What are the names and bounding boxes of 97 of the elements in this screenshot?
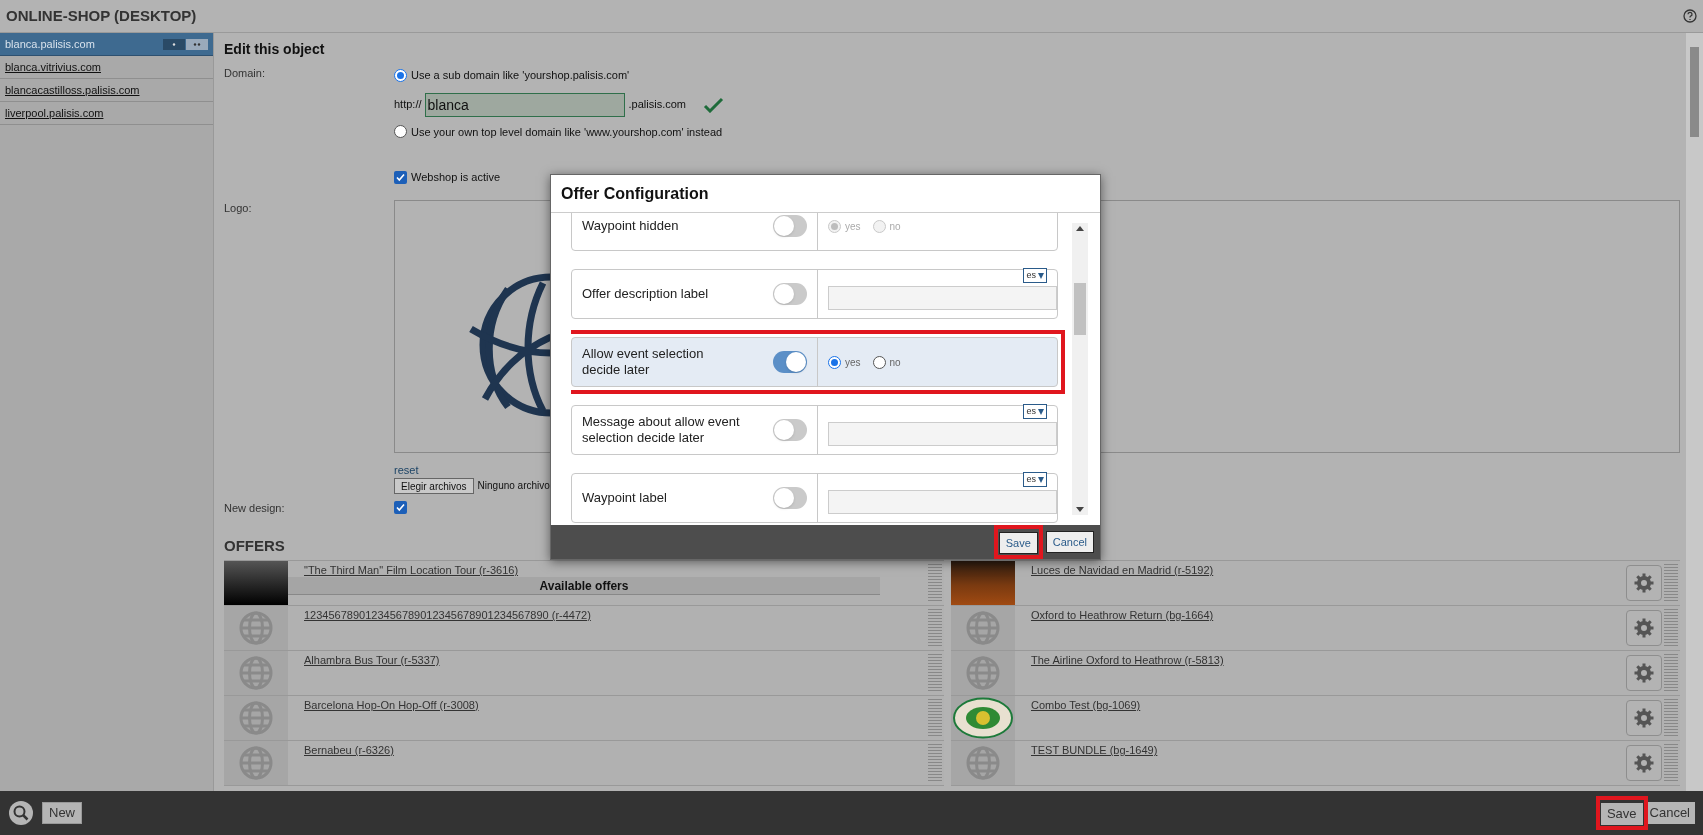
- language-dropdown[interactable]: es: [1023, 404, 1047, 419]
- drag-handle[interactable]: [1664, 744, 1678, 782]
- caret-icon: [1038, 476, 1044, 483]
- toggle-switch[interactable]: [773, 419, 807, 441]
- field-label: Logo:: [224, 200, 253, 216]
- gear-icon: [1634, 708, 1654, 728]
- cancel-button[interactable]: Cancel: [1045, 531, 1094, 553]
- new-button[interactable]: New: [42, 802, 82, 824]
- radio-button[interactable]: [828, 355, 841, 369]
- section-title: OFFERS: [224, 537, 285, 554]
- globe-icon: [965, 610, 1001, 646]
- offer-link[interactable]: Combo Test (bg-1069): [1015, 696, 1626, 714]
- section-title: Edit this object: [224, 40, 326, 59]
- checkbox-label: Webshop is active: [411, 170, 501, 185]
- field-label: New design:: [224, 500, 286, 516]
- toggle-switch[interactable]: [773, 487, 807, 509]
- gear-icon: [1634, 618, 1654, 638]
- photo-placeholder: [951, 561, 1015, 605]
- offer-link[interactable]: Bernabeu (r-6326): [288, 741, 928, 759]
- app-title: ONLINE-SHOP (DESKTOP): [6, 5, 197, 26]
- save-button[interactable]: Save: [998, 532, 1038, 555]
- url-prefix: http://: [394, 97, 422, 113]
- setting-label: Waypoint hidden: [582, 218, 680, 234]
- offer-link[interactable]: Luces de Navidad en Madrid (r-5192): [1015, 561, 1626, 579]
- gear-icon: [1634, 753, 1654, 773]
- radio-button[interactable]: [394, 68, 407, 82]
- setting-label: Message about allow event selection decide later: [582, 414, 741, 446]
- option-label: yes: [845, 355, 861, 370]
- save-button[interactable]: Save: [1600, 802, 1643, 825]
- option-label: Use your own top level domain like 'www.yourshop.com' instead: [411, 124, 723, 140]
- globe-icon: [238, 700, 274, 736]
- settings-button[interactable]: [1626, 745, 1662, 781]
- scrollbar[interactable]: [1686, 33, 1703, 791]
- scrollbar[interactable]: [1072, 223, 1088, 515]
- globe-icon: [238, 610, 274, 646]
- checkbox[interactable]: [394, 500, 407, 514]
- offer-link[interactable]: Oxford to Heathrow Return (bg-1664): [1015, 606, 1626, 624]
- language-dropdown[interactable]: es: [1023, 268, 1047, 283]
- drag-handle[interactable]: [1664, 699, 1678, 737]
- settings-button[interactable]: [1626, 655, 1662, 691]
- circular-logo-drawing: [952, 697, 1014, 739]
- settings-button[interactable]: [1626, 700, 1662, 736]
- caret-icon: [1038, 272, 1044, 279]
- scroll-down-icon[interactable]: [1076, 507, 1084, 512]
- scroll-up-icon[interactable]: [1076, 226, 1084, 231]
- globe-icon: [238, 745, 274, 781]
- field-label: Domain:: [224, 66, 266, 81]
- text-field[interactable]: [828, 422, 1057, 446]
- toggle-switch[interactable]: [773, 283, 807, 305]
- text-field[interactable]: [828, 286, 1057, 310]
- offer-link[interactable]: The Airline Oxford to Heathrow (r-5813): [1015, 651, 1626, 669]
- offer-link[interactable]: TEST BUNDLE (bg-1649): [1015, 741, 1626, 759]
- offer-link[interactable]: Alhambra Bus Tour (r-5337): [288, 651, 928, 669]
- radio-button[interactable]: [872, 355, 886, 369]
- settings-button[interactable]: [1626, 565, 1662, 601]
- drag-handle[interactable]: [1664, 654, 1678, 692]
- toggle-switch[interactable]: [773, 351, 807, 373]
- scroll-thumb[interactable]: [1074, 283, 1086, 335]
- globe-icon: [965, 745, 1001, 781]
- sidebar-item[interactable]: blanca.vitrivius.com: [0, 56, 213, 79]
- drag-handle[interactable]: [1664, 609, 1678, 647]
- offer-link[interactable]: "The Third Man" Film Location Tour (r-3616): [288, 561, 928, 579]
- file-status: Ninguno archivo: [477, 479, 550, 493]
- offer-link[interactable]: Barcelona Hop-On Hop-Off (r-3008): [288, 696, 928, 714]
- option-label: Use a sub domain like 'yourshop.palisis.com': [411, 68, 630, 83]
- option-label: no: [889, 219, 901, 234]
- globe-icon: [965, 655, 1001, 691]
- text-field[interactable]: [828, 490, 1057, 514]
- globe-icon: [238, 655, 274, 691]
- language-dropdown[interactable]: es: [1023, 472, 1047, 487]
- option-label: no: [889, 355, 901, 370]
- setting-label: Offer description label: [582, 286, 710, 302]
- setting-label: Allow event selection decide later: [582, 346, 705, 378]
- sidebar-item[interactable]: blanca.palisis.com: [0, 33, 213, 56]
- dialog-title: Offer Configuration: [561, 183, 709, 204]
- subdomain-field[interactable]: blanca: [424, 92, 625, 117]
- search-icon[interactable]: [8, 800, 34, 826]
- domain-suffix: .palisis.com: [628, 97, 686, 113]
- reset-link[interactable]: reset: [394, 463, 419, 476]
- radio-button[interactable]: [394, 125, 407, 139]
- gear-icon: [1634, 663, 1654, 683]
- option-label: yes: [845, 219, 861, 234]
- setting-label: Waypoint label: [582, 490, 668, 506]
- drag-handle[interactable]: [1664, 564, 1678, 602]
- drop-zone-label: Available offers: [539, 577, 629, 595]
- caret-icon: [1038, 408, 1044, 415]
- double-view-icon[interactable]: [186, 38, 208, 50]
- choose-file-button[interactable]: Elegir archivos: [394, 477, 474, 494]
- single-view-icon[interactable]: [163, 38, 185, 50]
- help-icon[interactable]: [1683, 9, 1697, 23]
- sidebar-item[interactable]: blancacastilloss.palisis.com: [0, 79, 213, 102]
- settings-button[interactable]: [1626, 610, 1662, 646]
- photo-placeholder: [224, 561, 288, 605]
- checkbox[interactable]: [394, 170, 407, 184]
- offer-link[interactable]: 1234567890123456789012345678901234567890 (r-4472): [288, 606, 928, 624]
- gear-icon: [1634, 573, 1654, 593]
- sidebar-item[interactable]: liverpool.palisis.com: [0, 102, 213, 125]
